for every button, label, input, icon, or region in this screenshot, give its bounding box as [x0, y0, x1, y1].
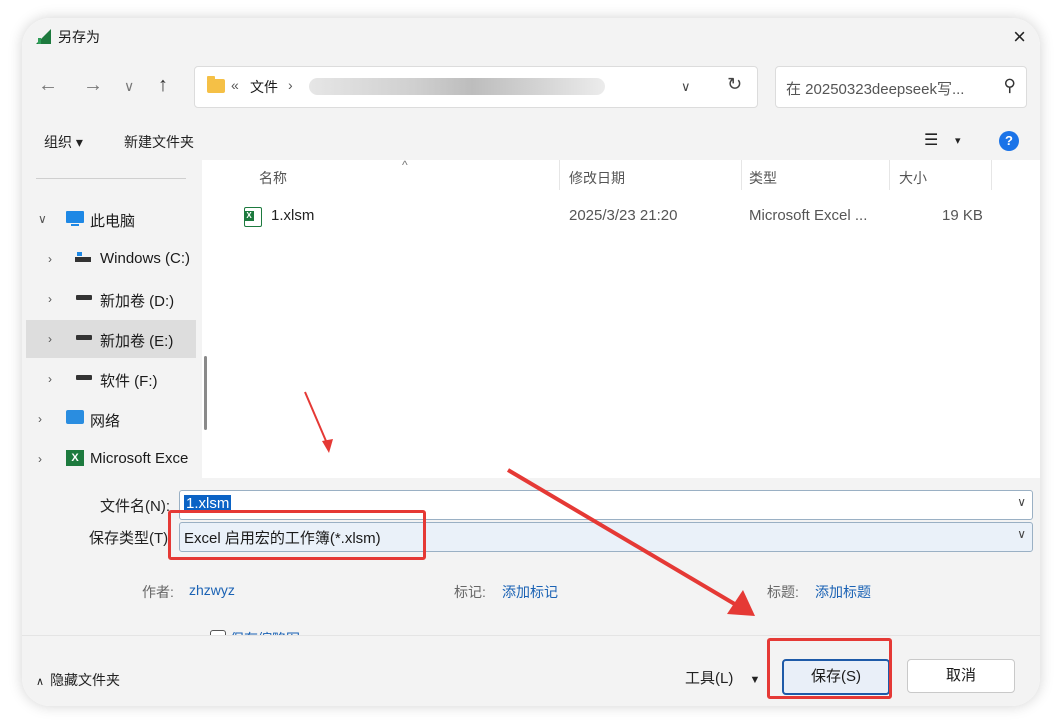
- annotation-arrow-line-large: [506, 468, 740, 608]
- annotation-arrowhead-small: [322, 439, 333, 453]
- annotation-arrow-line-small: [304, 391, 330, 449]
- annotation-arrows: [304, 391, 755, 616]
